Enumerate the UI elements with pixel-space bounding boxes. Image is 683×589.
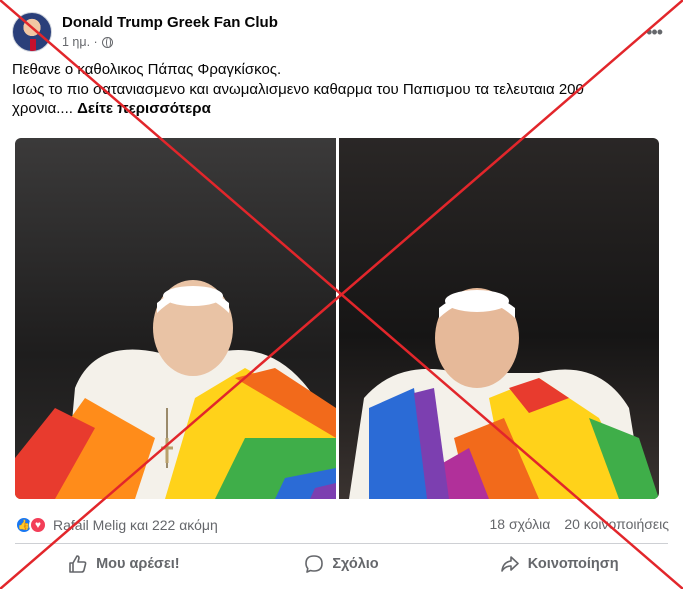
photo-left-illustration <box>15 280 336 499</box>
photo-right-illustration <box>349 288 659 499</box>
comment-button[interactable]: Σχόλιο <box>233 546 451 582</box>
more-options-icon[interactable]: ••• <box>646 22 663 43</box>
reaction-summary[interactable]: 👍 ♥ Rafail Melig και 222 ακόμη <box>15 516 218 534</box>
post-photo-right[interactable] <box>339 138 659 499</box>
post-timestamp[interactable]: 1 ημ. · <box>62 35 98 49</box>
see-more-link[interactable]: Δείτε περισσότερα <box>77 100 211 117</box>
like-button[interactable]: Μου αρέσει! <box>15 546 233 582</box>
like-button-label: Μου αρέσει! <box>96 556 180 572</box>
globe-icon <box>101 36 113 48</box>
post-text-line-1: Πεθανε ο καθολικος Πάπας Φραγκίσκος. <box>12 61 282 78</box>
comments-count[interactable]: 18 σχόλια <box>490 516 551 532</box>
post-text-line-2: Ισως το πιο σατανιασμενο και ανωμαλισμεν… <box>12 80 584 98</box>
share-button-label: Κοινοποίηση <box>527 556 619 572</box>
page-avatar[interactable] <box>12 12 52 52</box>
post-actions-bar: Μου αρέσει! Σχόλιο Κοινοποίηση <box>15 546 668 582</box>
actions-divider <box>15 543 668 544</box>
post-meta: 1 ημ. · <box>62 35 113 49</box>
post-photo-left[interactable] <box>15 138 336 499</box>
post-header: Donald Trump Greek Fan Club 1 ημ. · ••• <box>12 10 663 54</box>
shares-count[interactable]: 20 κοινοποιήσεις <box>564 516 669 532</box>
share-icon <box>500 556 519 572</box>
facebook-post-card: Donald Trump Greek Fan Club 1 ημ. · ••• … <box>0 0 683 589</box>
post-text-line-3: χρονια.... Δείτε περισσότερα <box>12 99 662 119</box>
share-button[interactable]: Κοινοποίηση <box>450 546 668 582</box>
post-text-ellipsis: χρονια.... <box>12 100 73 117</box>
like-icon <box>69 555 87 573</box>
post-media-grid[interactable] <box>15 138 659 499</box>
post-stats: 18 σχόλια 20 κοινοποιήσεις <box>490 516 669 532</box>
post-body-text: Πεθανε ο καθολικος Πάπας Φραγκίσκος. Ισω… <box>12 60 662 119</box>
reaction-summary-text[interactable]: Rafail Melig και 222 ακόμη <box>53 517 218 533</box>
comment-button-label: Σχόλιο <box>332 556 379 572</box>
page-name-link[interactable]: Donald Trump Greek Fan Club <box>62 14 278 31</box>
comment-icon <box>305 555 324 573</box>
love-reaction-icon: ♥ <box>29 516 47 534</box>
